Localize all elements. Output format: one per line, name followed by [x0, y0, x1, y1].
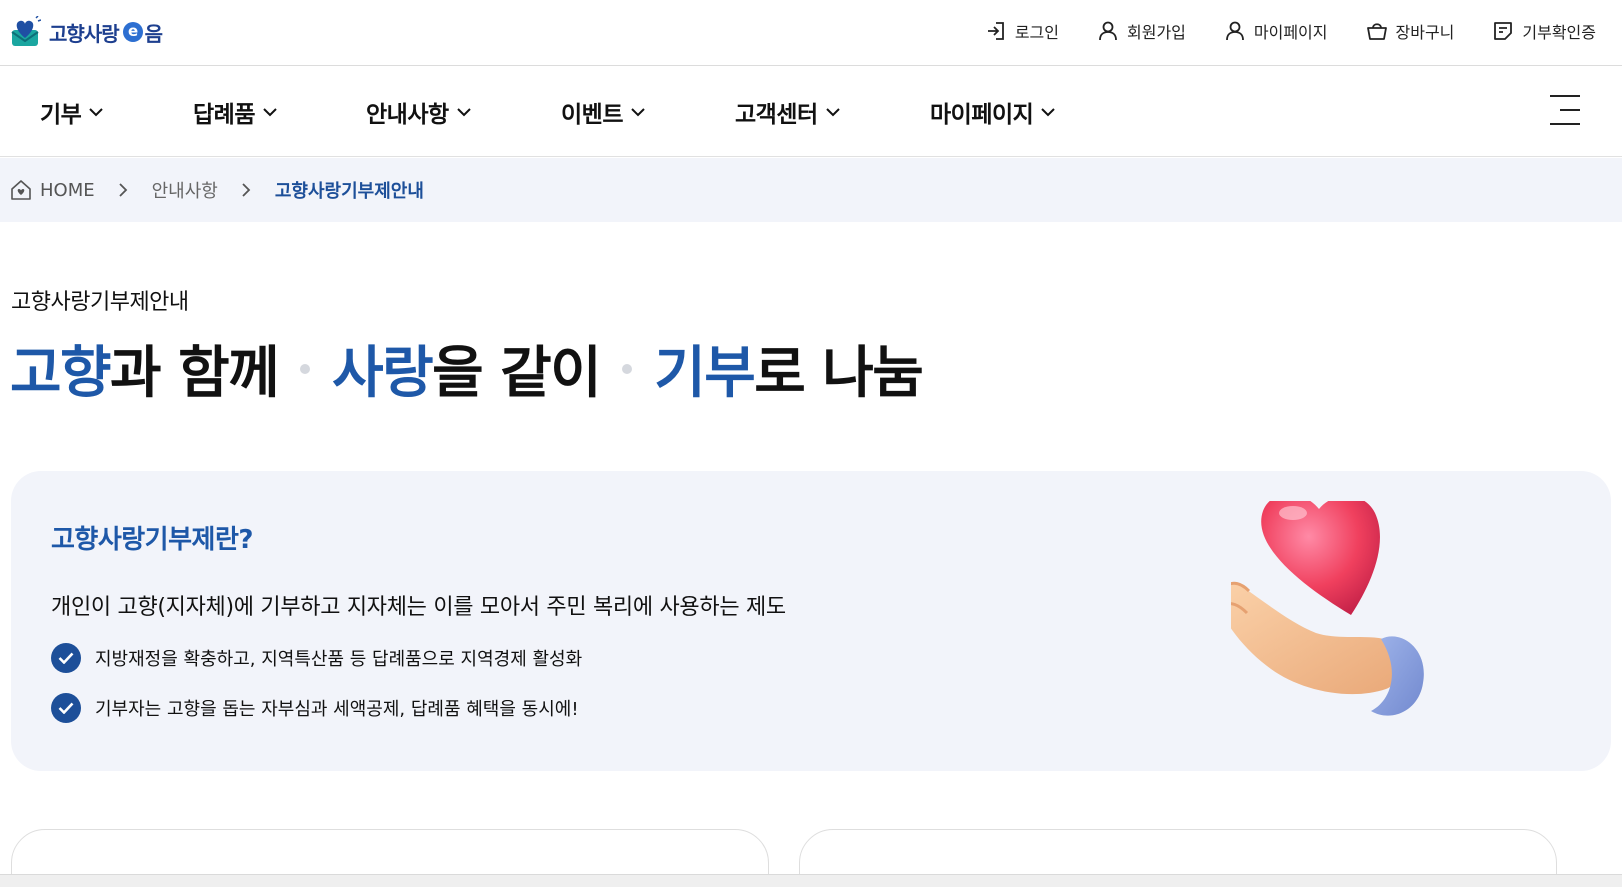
headline-highlight-2: 사랑	[332, 341, 434, 406]
site-logo[interactable]: 고향사랑 e 음	[11, 15, 163, 49]
logo-wordmark: 고향사랑 e 음	[49, 18, 163, 47]
info-point-text: 기부자는 고향을 돕는 자부심과 세액공제, 답례품 혜택을 동시에!	[95, 699, 579, 720]
user-icon	[1225, 21, 1244, 41]
nav-notice-label: 안내사항	[366, 102, 449, 128]
heart-mail-logo-icon	[11, 15, 42, 48]
logo-suffix: 음	[144, 21, 163, 46]
headline-text-2: 을 같이	[432, 341, 602, 406]
cart-label: 장바구니	[1395, 23, 1455, 42]
breadcrumb-current: 고향사랑기부제안내	[274, 181, 424, 202]
chevron-down-icon	[1041, 107, 1056, 116]
breadcrumb-home[interactable]: HOME	[10, 179, 95, 201]
page-subtitle: 고향사랑기부제안내	[11, 290, 189, 315]
basket-icon	[1366, 23, 1387, 40]
chevron-down-icon	[825, 107, 840, 116]
certificate-label: 기부확인증	[1522, 23, 1596, 42]
headline-dot-separator	[622, 363, 633, 374]
top-utility-bar: 고향사랑 e 음 로그인 회원가입 마이페이지 장바구니 기부확인증	[0, 0, 1622, 66]
nav-customer-center[interactable]: 고객센터	[735, 95, 840, 129]
signup-label: 회원가입	[1127, 23, 1186, 42]
menu-hamburger-icon[interactable]	[1548, 93, 1582, 127]
login-link[interactable]: 로그인	[985, 19, 1059, 43]
chevron-down-icon	[456, 107, 471, 116]
certificate-icon	[1494, 22, 1513, 40]
home-icon	[11, 180, 31, 200]
check-circle-icon	[51, 693, 81, 723]
breadcrumb-home-label: HOME	[40, 179, 95, 201]
breadcrumb: HOME 안내사항 고향사랑기부제안내	[0, 158, 1622, 222]
nav-mypage[interactable]: 마이페이지	[930, 95, 1056, 129]
chevron-right-icon	[118, 183, 128, 197]
mypage-label: 마이페이지	[1253, 23, 1328, 42]
headline-highlight-3: 기부	[654, 341, 756, 406]
nav-customer-center-label: 고객센터	[735, 102, 818, 128]
info-card: 고향사랑기부제란? 개인이 고향(지자체)에 기부하고 지자체는 이를 모아서 …	[11, 471, 1611, 771]
nav-notice[interactable]: 안내사항	[366, 95, 471, 129]
nav-gifts[interactable]: 답례품	[193, 95, 277, 129]
headline-text-3: 로 나눔	[754, 341, 924, 406]
horizontal-scrollbar[interactable]	[0, 874, 1622, 887]
chevron-down-icon	[89, 107, 104, 116]
breadcrumb-parent[interactable]: 안내사항	[152, 177, 218, 203]
nav-donation[interactable]: 기부	[40, 95, 104, 129]
headline-text-1: 과 함께	[110, 341, 280, 406]
nav-event[interactable]: 이벤트	[561, 95, 645, 129]
nav-gifts-label: 답례품	[193, 102, 255, 128]
page-headline: 고향 과 함께 사랑 을 같이 기부 로 나눔	[10, 328, 924, 409]
donation-certificate-link[interactable]: 기부확인증	[1492, 19, 1596, 43]
info-card-description: 개인이 고향(지자체)에 기부하고 지자체는 이를 모아서 주민 복리에 사용하…	[51, 595, 786, 620]
login-icon	[987, 22, 1004, 40]
cart-link[interactable]: 장바구니	[1366, 19, 1455, 43]
mypage-link[interactable]: 마이페이지	[1224, 19, 1328, 43]
heart-in-hand-illustration	[1214, 494, 1471, 741]
info-point: 지방재정을 확충하고, 지역특산품 등 답례품으로 지역경제 활성화	[51, 643, 582, 673]
utility-menu: 로그인 회원가입 마이페이지 장바구니 기부확인증	[947, 16, 1596, 46]
chevron-right-icon	[242, 183, 251, 197]
chevron-down-icon	[263, 107, 277, 116]
logo-text: 고향사랑	[49, 21, 120, 46]
signup-link[interactable]: 회원가입	[1097, 19, 1186, 43]
info-card-title: 고향사랑기부제란?	[51, 525, 253, 555]
user-icon	[1099, 21, 1117, 41]
nav-donation-label: 기부	[40, 102, 82, 128]
logo-e-mark: e	[122, 22, 143, 42]
info-point-text: 지방재정을 확충하고, 지역특산품 등 답례품으로 지역경제 활성화	[95, 649, 583, 670]
headline-highlight-1: 고향	[10, 341, 112, 406]
nav-event-label: 이벤트	[561, 102, 623, 128]
login-label: 로그인	[1014, 23, 1059, 42]
info-point: 기부자는 고향을 돕는 자부심과 세액공제, 답례품 혜택을 동시에!	[51, 693, 579, 723]
check-circle-icon	[51, 643, 81, 673]
headline-dot-separator	[300, 363, 311, 374]
chevron-down-icon	[631, 107, 645, 116]
nav-mypage-label: 마이페이지	[930, 102, 1034, 128]
main-navigation: 기부 답례품 안내사항 이벤트 고객센터 마이페이지	[0, 67, 1622, 157]
